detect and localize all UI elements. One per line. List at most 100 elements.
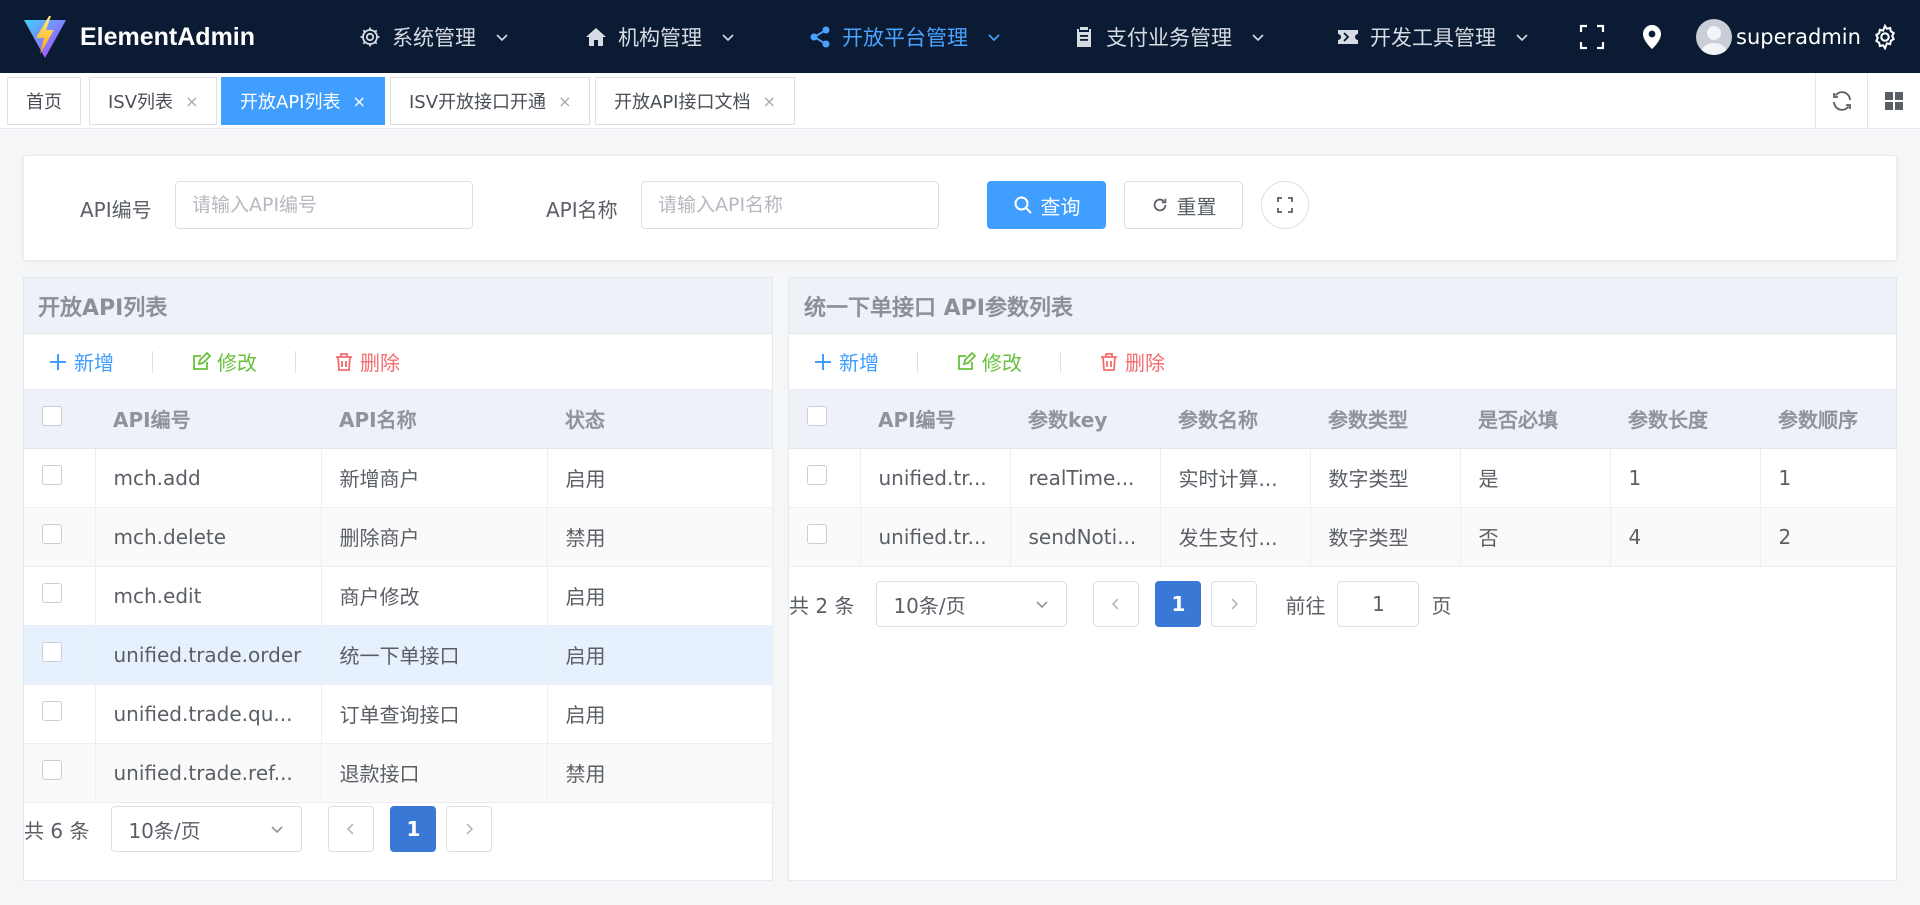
goto-page-input[interactable] <box>1337 581 1420 627</box>
row-checkbox[interactable] <box>42 642 62 662</box>
table-cell: 删除商户 <box>321 507 548 567</box>
row-checkbox-cell[interactable] <box>24 566 96 626</box>
brand-logo[interactable]: ElementAdmin <box>22 14 255 60</box>
fullscreen-button[interactable] <box>1578 0 1606 73</box>
edit-button[interactable]: 修改 <box>956 347 1022 376</box>
grid-icon <box>1884 92 1903 110</box>
main-content: API编号 API名称 查询 重置 开放API列表 新增 <box>0 130 1920 905</box>
edit-label: 修改 <box>982 351 1022 375</box>
table-cell: 订单查询接口 <box>321 684 548 744</box>
add-button[interactable]: 新增 <box>48 347 114 376</box>
close-icon[interactable]: × <box>558 92 571 111</box>
column-header[interactable]: 参数名称 <box>1160 390 1310 449</box>
total-count: 共 2 条 <box>789 593 855 618</box>
nav-item-payment[interactable]: 支付业务管理 <box>1072 0 1266 73</box>
goto-label: 前往 <box>1285 593 1326 618</box>
select-all-checkbox[interactable] <box>807 406 827 427</box>
panel-title: 统一下单接口 API参数列表 <box>789 278 1896 334</box>
table-row[interactable]: unified.trade.qu... 订单查询接口 启用 <box>24 684 773 744</box>
row-checkbox-cell[interactable] <box>24 684 96 744</box>
nav-item-devtools[interactable]: 开发工具管理 <box>1336 0 1530 73</box>
chevron-right-icon <box>1231 598 1239 610</box>
table-row[interactable]: unified.tr... sendNoti... 发生支付... 数字类型 否… <box>789 507 1897 567</box>
page-number-current[interactable]: 1 <box>1155 581 1202 627</box>
select-all-cell[interactable] <box>789 390 860 449</box>
select-all-checkbox[interactable] <box>42 406 62 427</box>
close-icon[interactable]: × <box>762 92 775 111</box>
column-header[interactable]: API编号 <box>860 390 1010 449</box>
table-cell: 1 <box>1760 448 1897 508</box>
row-checkbox[interactable] <box>807 465 827 485</box>
table-row[interactable]: mch.add 新增商户 启用 <box>24 448 773 508</box>
table-row-selected[interactable]: unified.trade.order 统一下单接口 启用 <box>24 625 773 685</box>
clipboard-icon <box>1077 26 1091 47</box>
row-checkbox[interactable] <box>42 524 62 544</box>
page-size-select[interactable]: 10条/页 <box>111 806 303 852</box>
tag-home[interactable]: 首页 <box>7 77 81 125</box>
prev-page-button[interactable] <box>328 806 375 852</box>
api-name-input[interactable] <box>641 181 939 229</box>
next-page-button[interactable] <box>1211 581 1258 627</box>
column-header[interactable]: 状态 <box>547 390 772 449</box>
api-code-input[interactable] <box>175 181 473 229</box>
edit-button[interactable]: 修改 <box>191 347 257 376</box>
row-checkbox[interactable] <box>42 760 62 780</box>
page-number-current[interactable]: 1 <box>390 806 437 852</box>
row-checkbox-cell[interactable] <box>789 448 861 508</box>
column-header[interactable]: 参数类型 <box>1310 390 1460 449</box>
delete-button[interactable]: 删除 <box>1099 347 1165 376</box>
chevron-down-icon <box>1036 601 1049 609</box>
settings-button[interactable] <box>1871 0 1899 73</box>
table-row[interactable]: unified.trade.ref... 退款接口 禁用 <box>24 743 773 803</box>
column-header[interactable]: 参数key <box>1010 390 1160 449</box>
page-size-select[interactable]: 10条/页 <box>876 581 1068 627</box>
table-cell: unified.trade.ref... <box>95 743 322 803</box>
table-cell: 4 <box>1610 507 1761 567</box>
table-cell: 否 <box>1460 507 1611 567</box>
tag-isv-open-interface[interactable]: ISV开放接口开通 × <box>390 77 591 125</box>
nav-item-open-platform[interactable]: 开放平台管理 <box>808 0 1002 73</box>
query-button[interactable]: 查询 <box>987 181 1106 229</box>
row-checkbox[interactable] <box>42 465 62 485</box>
tag-open-api-doc[interactable]: 开放API接口文档 × <box>595 77 795 125</box>
table-row[interactable]: mch.delete 删除商户 禁用 <box>24 507 773 567</box>
column-header[interactable]: 参数长度 <box>1610 390 1760 449</box>
tag-open-api-list[interactable]: 开放API列表 × <box>221 77 385 125</box>
row-checkbox-cell[interactable] <box>24 743 96 803</box>
row-checkbox-cell[interactable] <box>789 507 861 567</box>
column-header[interactable]: 是否必填 <box>1460 390 1610 449</box>
table-cell: 启用 <box>547 566 773 626</box>
close-icon[interactable]: × <box>352 92 365 111</box>
row-checkbox-cell[interactable] <box>24 625 96 685</box>
row-checkbox[interactable] <box>42 701 62 721</box>
table-row[interactable]: mch.edit 商户修改 启用 <box>24 566 773 626</box>
top-navbar: ElementAdmin 系统管理 机构管理 开放平台管理 支付业务管理 开发工… <box>0 0 1920 73</box>
gear-icon <box>1875 23 1895 50</box>
table-header-row: API编号 参数key 参数名称 参数类型 是否必填 参数长度 参数顺序 <box>789 390 1896 449</box>
user-menu[interactable]: superadmin <box>1696 0 1861 73</box>
delete-button[interactable]: 删除 <box>334 347 400 376</box>
layout-grid-button[interactable] <box>1867 73 1919 129</box>
next-page-button[interactable] <box>446 806 493 852</box>
row-checkbox[interactable] <box>42 583 62 603</box>
table-row[interactable]: unified.tr... realTime... 实时计算... 数字类型 是… <box>789 448 1897 508</box>
column-header[interactable]: API编号 <box>95 390 321 449</box>
nav-item-system[interactable]: 系统管理 <box>358 0 510 73</box>
row-checkbox[interactable] <box>807 524 827 544</box>
column-header[interactable]: API名称 <box>321 390 547 449</box>
add-button[interactable]: 新增 <box>813 347 879 376</box>
user-avatar-icon <box>1700 25 1728 55</box>
refresh-button[interactable] <box>1815 73 1867 129</box>
location-button[interactable] <box>1638 0 1666 73</box>
table-cell: 禁用 <box>547 743 773 803</box>
close-icon[interactable]: × <box>185 92 198 111</box>
reset-button[interactable]: 重置 <box>1124 181 1243 229</box>
tag-isv-list[interactable]: ISV列表 × <box>89 77 218 125</box>
prev-page-button[interactable] <box>1093 581 1140 627</box>
select-all-cell[interactable] <box>24 390 95 449</box>
row-checkbox-cell[interactable] <box>24 507 96 567</box>
column-header[interactable]: 参数顺序 <box>1760 390 1896 449</box>
row-checkbox-cell[interactable] <box>24 448 96 508</box>
expand-search-button[interactable] <box>1261 181 1309 229</box>
nav-item-org[interactable]: 机构管理 <box>584 0 736 73</box>
